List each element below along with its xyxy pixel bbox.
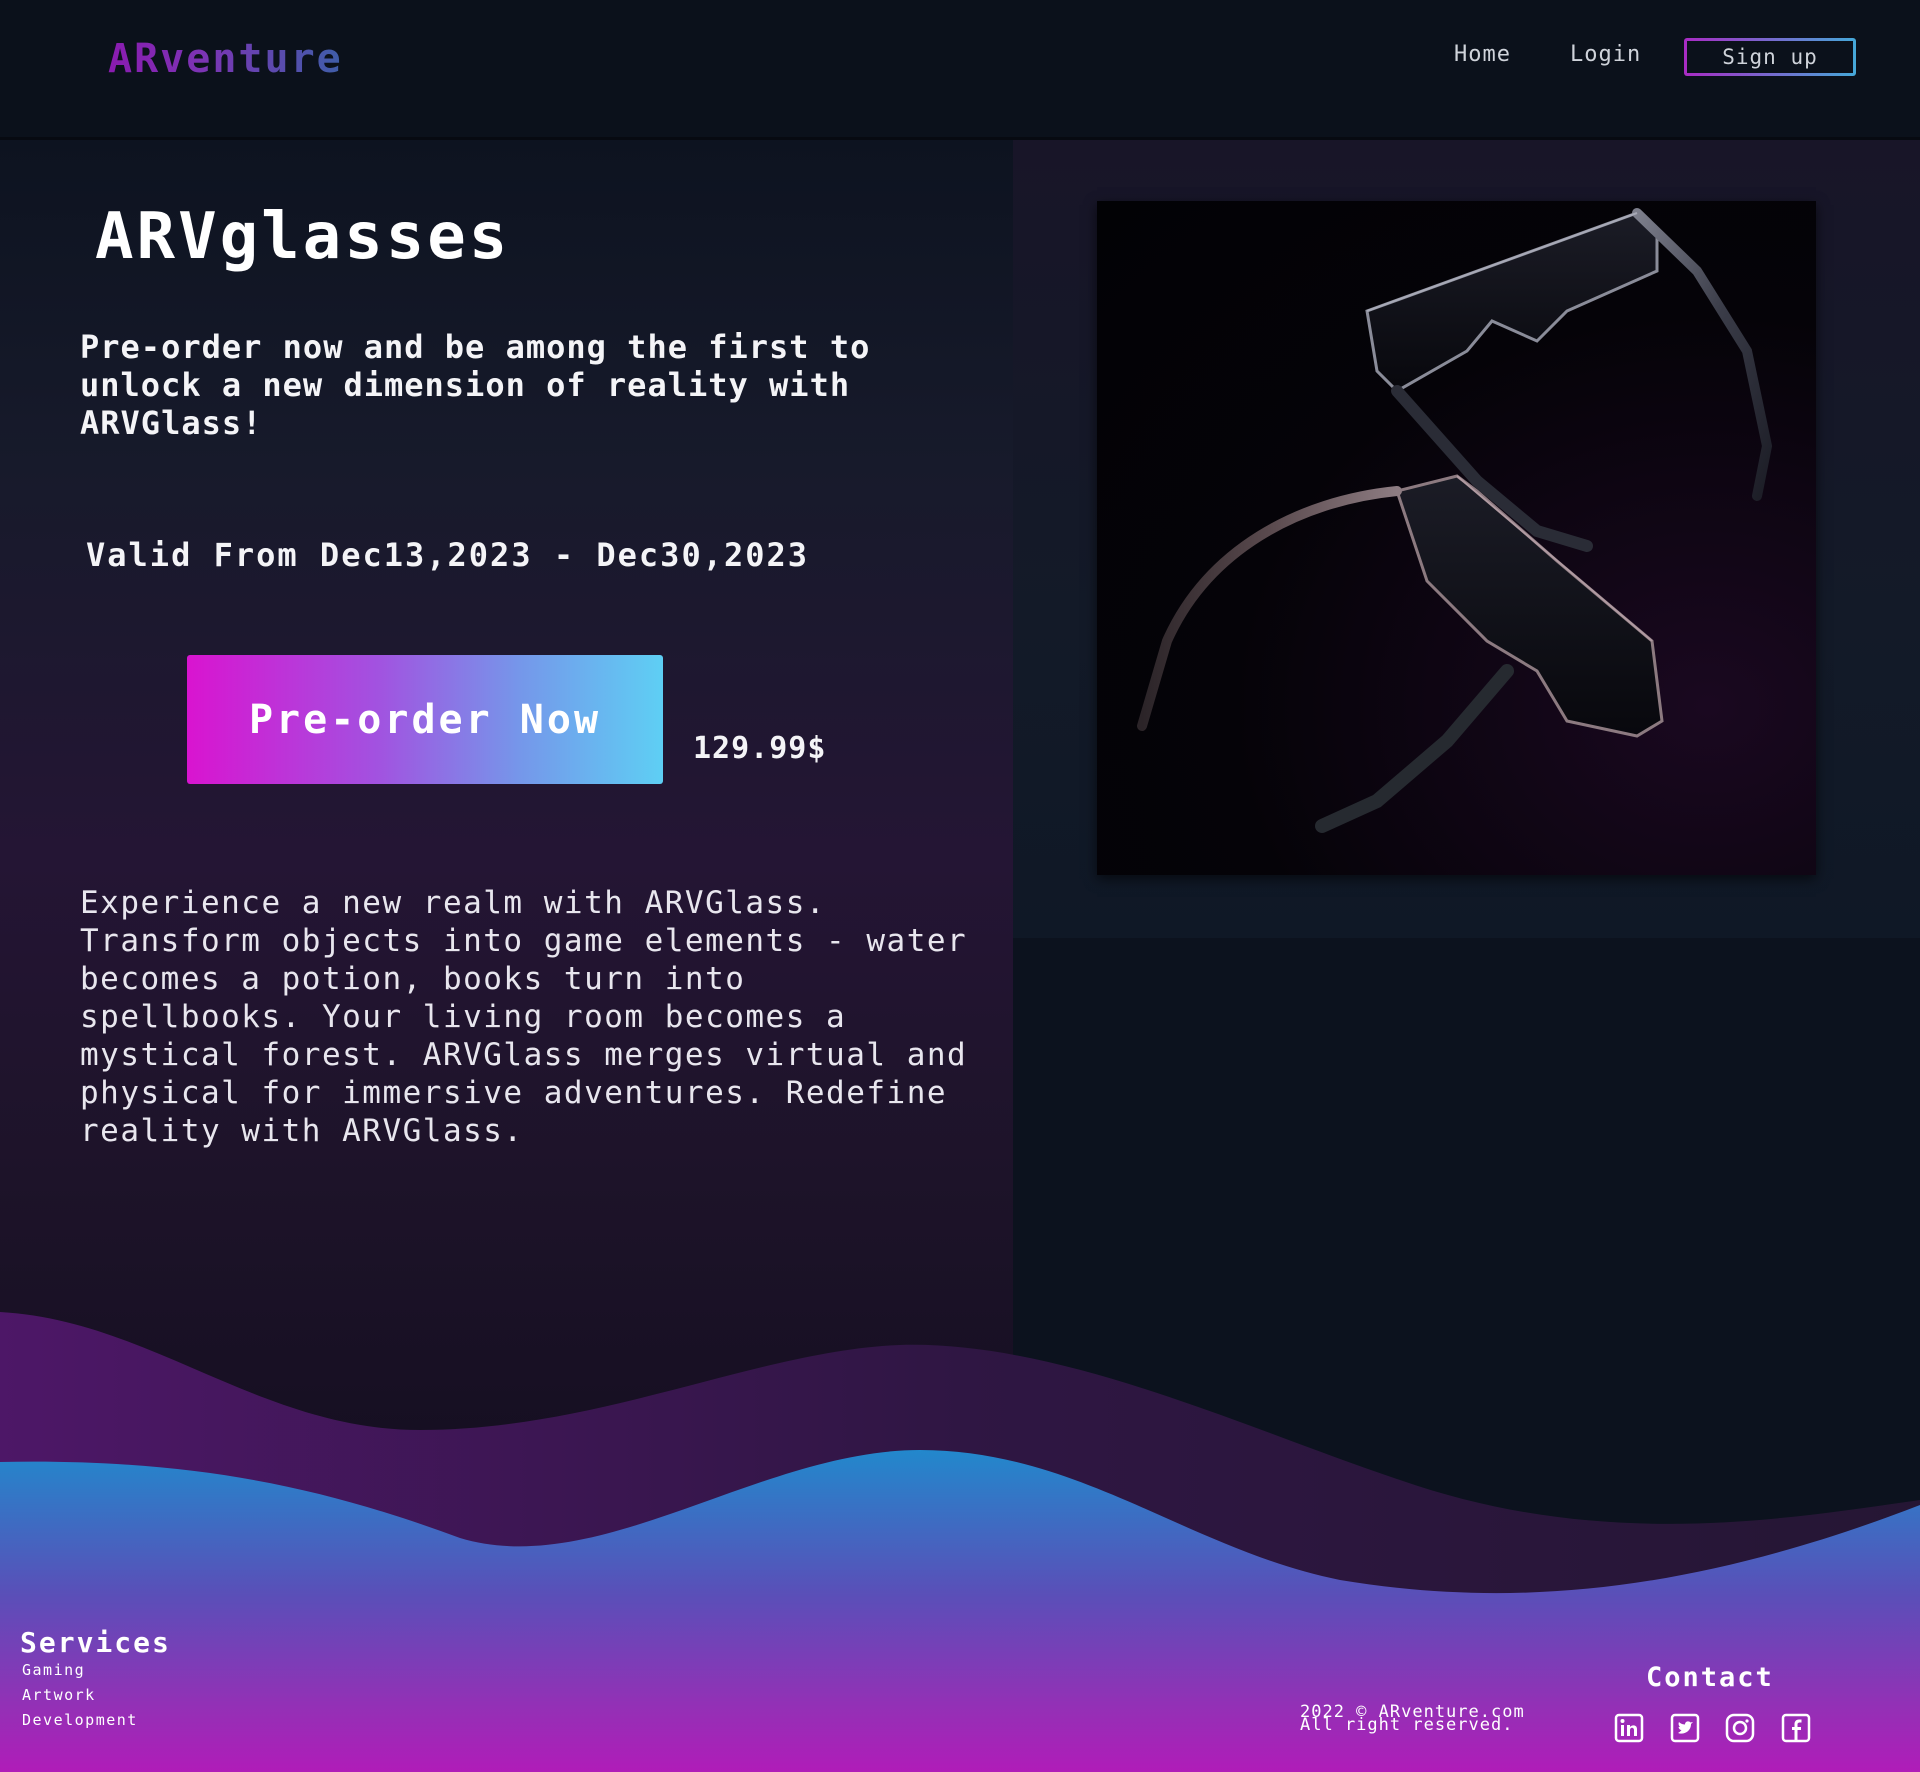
- linkedin-icon[interactable]: [1614, 1713, 1644, 1743]
- preorder-button[interactable]: Pre-order Now: [187, 655, 663, 784]
- service-link-artwork[interactable]: Artwork: [22, 1686, 96, 1704]
- instagram-icon[interactable]: [1725, 1713, 1755, 1743]
- validity-period: Valid From Dec13,2023 - Dec30,2023: [86, 536, 810, 574]
- service-link-development[interactable]: Development: [22, 1711, 138, 1729]
- product-title: ARVglasses: [95, 200, 511, 274]
- product-image: [1097, 201, 1816, 875]
- service-link-gaming[interactable]: Gaming: [22, 1661, 85, 1679]
- product-description: Experience a new realm with ARVGlass. Tr…: [80, 885, 968, 1149]
- logo[interactable]: ARventure: [108, 36, 343, 82]
- product-tagline: Pre-order now and be among the first to …: [80, 328, 871, 442]
- ar-glasses-illustration: [1137, 208, 1773, 833]
- nav-login-link[interactable]: Login: [1570, 42, 1641, 67]
- services-heading: Services: [20, 1626, 171, 1659]
- signup-button[interactable]: Sign up: [1684, 38, 1856, 76]
- twitter-icon[interactable]: [1670, 1713, 1700, 1743]
- copyright-line-2: All right reserved.: [1300, 1715, 1514, 1735]
- nav-home-link[interactable]: Home: [1454, 42, 1511, 67]
- lower-glasses: [1137, 474, 1664, 833]
- top-navbar: ARventure Home Login Sign up: [0, 0, 1920, 140]
- product-price: 129.99$: [693, 731, 827, 766]
- copyright-text: 2022 © ARventure.com All right reserved.: [1300, 1704, 1600, 1735]
- footer-waves: [0, 1312, 1920, 1772]
- contact-heading: Contact: [1646, 1662, 1774, 1693]
- facebook-icon[interactable]: [1781, 1713, 1811, 1743]
